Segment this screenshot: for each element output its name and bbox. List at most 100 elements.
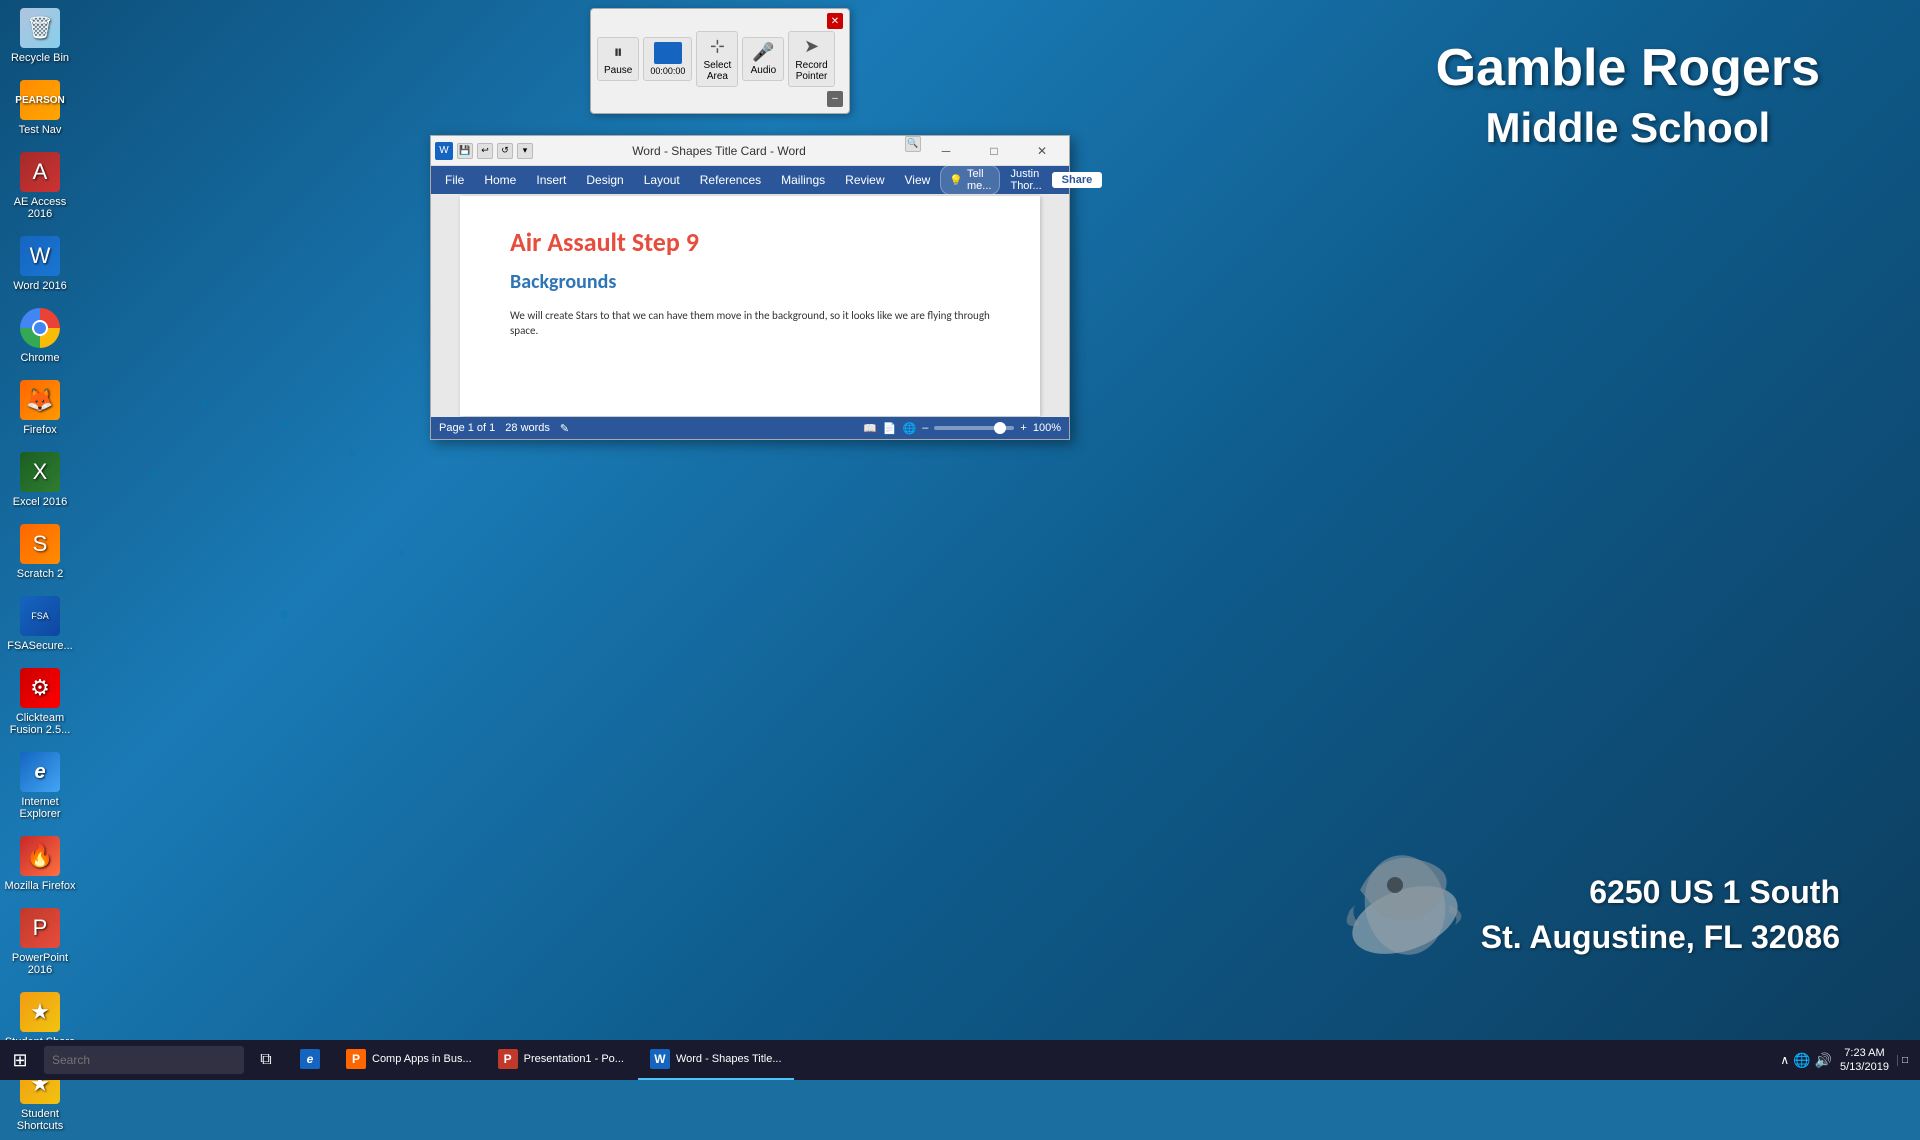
firefox-label: Firefox xyxy=(23,424,57,436)
read-mode-icon[interactable]: 📖 xyxy=(863,422,877,435)
taskbar-time: 7:23 AM xyxy=(1844,1046,1884,1060)
desktop-icon-word-2016[interactable]: W Word 2016 xyxy=(0,228,80,300)
firefox-icon: 🦊 xyxy=(20,380,60,420)
desktop-icon-excel-2016[interactable]: X Excel 2016 xyxy=(0,444,80,516)
desktop-icon-clickteam[interactable]: ⚙ Clickteam Fusion 2.5... xyxy=(0,660,80,744)
word-redo-button[interactable]: ↺ xyxy=(497,143,513,159)
access-2016-icon: A xyxy=(20,152,60,192)
word-quick-save-button[interactable]: 💾 xyxy=(457,143,473,159)
select-area-button[interactable]: ⊹ Select Area xyxy=(696,31,738,87)
tell-me-label: Tell me... xyxy=(967,168,991,192)
desktop-icon-recycle-bin[interactable]: 🗑 Recycle Bin xyxy=(0,0,80,72)
zoom-slider[interactable] xyxy=(934,426,1014,430)
taskbar-comp-apps-label: Comp Apps in Bus... xyxy=(372,1053,472,1065)
test-nav-label: Test Nav xyxy=(19,124,62,136)
menu-layout[interactable]: Layout xyxy=(634,166,690,194)
word-window: W 💾 ↩ ↺ ▾ Word - Shapes Title Card - Wor… xyxy=(430,135,1070,440)
recording-toolbar-close-button[interactable]: ✕ xyxy=(827,13,843,29)
desktop-icon-scratch-2[interactable]: S Scratch 2 xyxy=(0,516,80,588)
select-area-icon: ⊹ xyxy=(710,36,725,58)
desktop-icon-fsa-secure[interactable]: FSA FSASecure... xyxy=(0,588,80,660)
word-document-title: Air Assault Step 9 xyxy=(510,226,990,258)
menu-references[interactable]: References xyxy=(690,166,771,194)
powerpoint-2016-icon: P xyxy=(20,908,60,948)
desktop-icon-test-nav[interactable]: PEARSON Test Nav xyxy=(0,72,80,144)
word-close-button[interactable]: ✕ xyxy=(1019,136,1065,166)
access-2016-label: AE Access 2016 xyxy=(4,196,76,220)
print-layout-icon[interactable]: 📄 xyxy=(883,422,897,435)
word-share-button[interactable]: Share xyxy=(1052,172,1103,188)
scratch-2-label: Scratch 2 xyxy=(17,568,63,580)
menu-insert[interactable]: Insert xyxy=(526,166,576,194)
menu-mailings[interactable]: Mailings xyxy=(771,166,835,194)
desktop-icon-mozilla-firefox[interactable]: 🔥 Mozilla Firefox xyxy=(0,828,80,900)
menu-review[interactable]: Review xyxy=(835,166,894,194)
taskbar-word-item[interactable]: W Word - Shapes Title... xyxy=(638,1040,794,1080)
recording-toolbar-minimize-button[interactable]: – xyxy=(827,91,843,107)
menu-file[interactable]: File xyxy=(435,166,474,194)
task-view-button[interactable]: ⧉ xyxy=(248,1040,284,1080)
powerpoint-2016-label: PowerPoint 2016 xyxy=(4,952,76,976)
desktop-icon-ie[interactable]: e Internet Explorer xyxy=(0,744,80,828)
timer-value: 00:00:00 xyxy=(650,66,685,76)
word-menu-right: 💡 Tell me... Justin Thor... Share xyxy=(940,165,1102,195)
word-window-title: Word - Shapes Title Card - Word xyxy=(632,144,806,158)
show-desktop-button[interactable]: □ xyxy=(1897,1055,1908,1066)
test-nav-icon: PEARSON xyxy=(20,80,60,120)
taskbar-right: ∧ 🌐 🔊 7:23 AM 5/13/2019 □ xyxy=(1768,1046,1920,1075)
word-undo-button[interactable]: ↩ xyxy=(477,143,493,159)
menu-view[interactable]: View xyxy=(895,166,941,194)
zoom-in-button[interactable]: + xyxy=(1020,422,1026,434)
recycle-bin-icon: 🗑 xyxy=(20,8,60,48)
ie-icon: e xyxy=(20,752,60,792)
mozilla-firefox-icon: 🔥 xyxy=(20,836,60,876)
word-titlebar: W 💾 ↩ ↺ ▾ Word - Shapes Title Card - Wor… xyxy=(431,136,1069,166)
menu-design[interactable]: Design xyxy=(576,166,633,194)
taskbar-presentation-item[interactable]: P Presentation1 - Po... xyxy=(486,1040,636,1080)
word-titlebar-left: W 💾 ↩ ↺ ▾ xyxy=(435,142,533,160)
word-customize-button[interactable]: ▾ xyxy=(517,143,533,159)
audio-button[interactable]: 🎤 Audio xyxy=(742,37,784,82)
network-icon: 🌐 xyxy=(1793,1052,1810,1069)
word-2016-label: Word 2016 xyxy=(13,280,67,292)
pause-button[interactable]: ⏸ Pause xyxy=(597,37,639,82)
record-pointer-button[interactable]: ➤ Record Pointer xyxy=(788,31,834,87)
desktop-icon-chrome[interactable]: Chrome xyxy=(0,300,80,372)
start-icon: ⊞ xyxy=(12,1050,27,1071)
desktop-icon-powerpoint-2016[interactable]: P PowerPoint 2016 xyxy=(0,900,80,984)
taskbar: ⊞ ⧉ e P Comp Apps in Bus... P Presentati… xyxy=(0,1040,1920,1080)
word-menubar: File Home Insert Design Layout Reference… xyxy=(431,166,1069,194)
word-page: Air Assault Step 9 Backgrounds We will c… xyxy=(460,196,1040,416)
taskbar-ie-icon[interactable]: e xyxy=(288,1040,332,1080)
pause-label: Pause xyxy=(604,65,632,76)
word-document-body: We will create Stars to that we can have… xyxy=(510,308,990,339)
word-minimize-button[interactable]: ─ xyxy=(923,136,969,166)
timer-display: 00:00:00 xyxy=(643,37,692,81)
word-search-button[interactable]: 🔍 xyxy=(905,136,921,152)
desktop-icon-access-2016[interactable]: A AE Access 2016 xyxy=(0,144,80,228)
ie-label: Internet Explorer xyxy=(4,796,76,820)
school-mascot xyxy=(1330,830,1480,980)
start-button[interactable]: ⊞ xyxy=(0,1040,40,1080)
tell-me-box[interactable]: 💡 Tell me... xyxy=(940,165,1000,195)
desktop-icon-firefox[interactable]: 🦊 Firefox xyxy=(0,372,80,444)
lightbulb-icon: 💡 xyxy=(949,174,963,187)
record-pointer-icon: ➤ xyxy=(804,36,819,58)
word-page-count: Page 1 of 1 xyxy=(439,422,495,434)
taskbar-search-input[interactable] xyxy=(44,1046,244,1074)
taskbar-word-label: Word - Shapes Title... xyxy=(676,1053,782,1065)
tray-chevron[interactable]: ∧ xyxy=(1780,1053,1789,1067)
word-window-controls: 🔍 ─ □ ✕ xyxy=(905,136,1065,166)
zoom-out-button[interactable]: – xyxy=(922,422,928,434)
taskbar-clock[interactable]: 7:23 AM 5/13/2019 xyxy=(1840,1046,1889,1075)
menu-home[interactable]: Home xyxy=(474,166,526,194)
word-user-button[interactable]: Justin Thor... xyxy=(1004,168,1047,192)
taskbar-comp-apps-item[interactable]: P Comp Apps in Bus... xyxy=(334,1040,484,1080)
word-document-subtitle: Backgrounds xyxy=(510,270,990,294)
audio-label: Audio xyxy=(751,65,777,76)
web-layout-icon[interactable]: 🌐 xyxy=(903,422,917,435)
clickteam-label: Clickteam Fusion 2.5... xyxy=(4,712,76,736)
word-maximize-button[interactable]: □ xyxy=(971,136,1017,166)
audio-icon: 🎤 xyxy=(752,42,774,64)
word-proofing-icon: ✎ xyxy=(560,422,569,435)
